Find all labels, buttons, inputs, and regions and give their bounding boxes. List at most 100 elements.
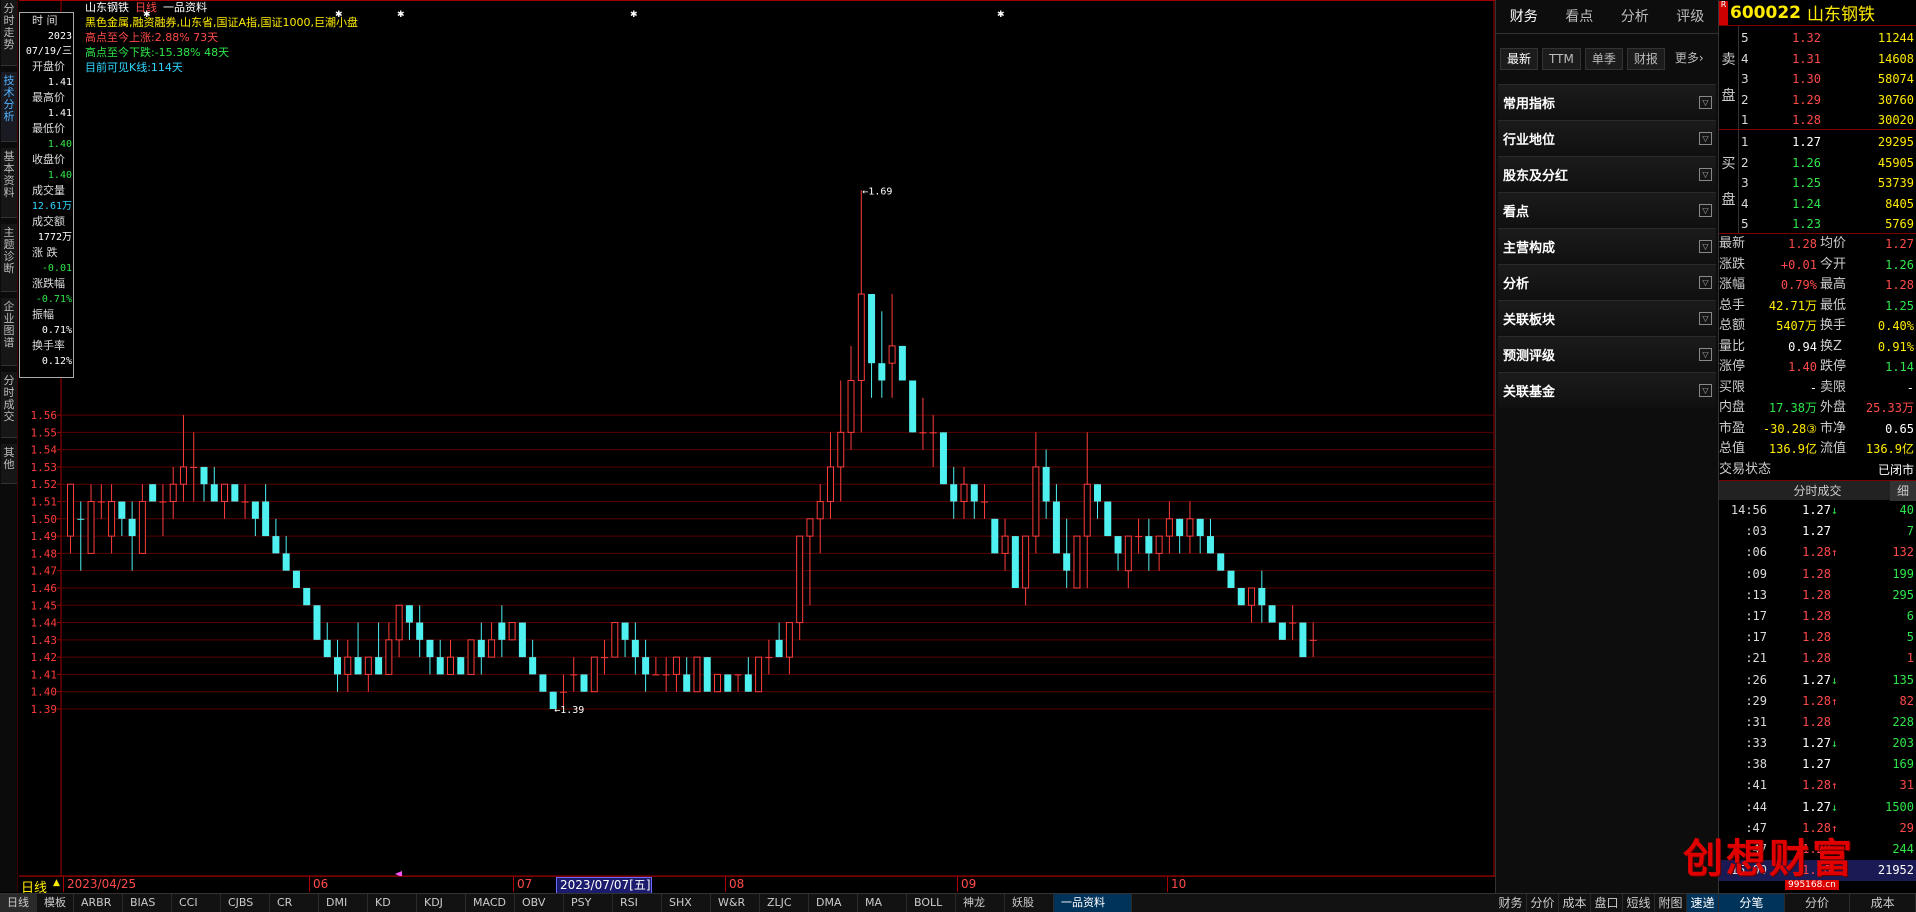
f10-subtab[interactable]: 单季 — [1584, 48, 1623, 70]
indicator-tab[interactable]: SHX — [662, 894, 711, 912]
left-tab-5[interactable]: 分时成交 — [1, 372, 17, 438]
tick-volume: 169 — [1892, 757, 1914, 772]
ticks-detail-button[interactable]: 细 — [1890, 481, 1916, 501]
f10-bottom-tab[interactable]: 财务 — [1495, 894, 1527, 912]
candle-body — [128, 518, 136, 537]
f10-section[interactable]: 关联基金 ▽ — [1498, 372, 1716, 408]
chevron-down-icon[interactable]: ▽ — [1699, 276, 1712, 289]
indicator-tab[interactable]: DMA — [809, 894, 858, 912]
indicator-tab[interactable]: PSY — [564, 894, 613, 912]
y-tick-label: 1.53 — [31, 461, 58, 474]
chevron-down-icon[interactable]: ▽ — [1699, 96, 1712, 109]
quote-value: 1.28 — [1788, 237, 1817, 251]
quote-key: 内盘 — [1719, 400, 1746, 415]
quote-key: 总手 — [1719, 297, 1746, 313]
f10-section[interactable]: 看点 ▽ — [1498, 192, 1716, 228]
candle-body — [395, 604, 403, 641]
quote-bottom-tab[interactable]: 分笔 — [1719, 894, 1785, 912]
kline-chart[interactable]: 1.56 1.55 1.54 1.53 1.52 1.51 1.50 1.49 1.48 1.47… — [19, 0, 1495, 893]
event-marker: ✱ — [630, 10, 638, 20]
candle-body — [251, 501, 259, 519]
candle-body — [878, 363, 886, 381]
quote-key: 市盈 — [1719, 420, 1746, 436]
indicator-tab[interactable]: ZLJC — [760, 894, 809, 912]
candle-body — [200, 466, 208, 485]
high-fall-stat: 高点至今下跌:-15.38% 48天 — [85, 46, 230, 59]
indicator-tab[interactable]: CCI — [172, 894, 221, 912]
f10-subtab[interactable]: 更多› — [1669, 48, 1710, 70]
indicator-tab[interactable]: 神龙 — [956, 894, 1005, 912]
indicator-tab[interactable]: BIAS — [123, 894, 172, 912]
indicator-tab[interactable]: CR — [270, 894, 319, 912]
left-tab-2[interactable]: 基本资料 — [1, 148, 17, 218]
indicator-tab[interactable]: BOLL — [907, 894, 956, 912]
f10-tab[interactable]: 财务 — [1496, 0, 1552, 33]
chevron-down-icon[interactable]: ▽ — [1699, 348, 1712, 361]
candle-body — [1309, 639, 1317, 641]
f10-section[interactable]: 主营构成 ▽ — [1498, 228, 1716, 264]
f10-bottom-tab[interactable]: 附图 — [1655, 894, 1687, 912]
quote-row: 内盘 17.38万 外盘 25.33万 — [1719, 398, 1916, 419]
f10-section[interactable]: 股东及分红 ▽ — [1498, 156, 1716, 192]
indicator-tab[interactable]: DMI — [319, 894, 368, 912]
chevron-down-icon[interactable]: ▽ — [1699, 384, 1712, 397]
f10-subtab[interactable]: 财报 — [1626, 48, 1665, 70]
tick-time: :06 — [1745, 545, 1767, 560]
f10-section[interactable]: 预测评级 ▽ — [1498, 336, 1716, 372]
candle-body — [950, 484, 958, 502]
tick-volume: 1500 — [1885, 799, 1914, 814]
indicator-tab[interactable]: W&R — [711, 894, 760, 912]
chevron-down-icon[interactable]: ▽ — [1699, 312, 1712, 325]
f10-bottom-tab[interactable]: 成本 — [1559, 894, 1591, 912]
f10-section[interactable]: 行业地位 ▽ — [1498, 120, 1716, 156]
sell-char: 卖 — [1721, 51, 1736, 68]
f10-bottom-tab[interactable]: 分价 — [1527, 894, 1559, 912]
f10-section[interactable]: 关联板块 ▽ — [1498, 300, 1716, 336]
indicator-tab[interactable]: ARBR — [74, 894, 123, 912]
tick-row: :13 1.28 295 — [1719, 585, 1916, 606]
quote-value2: 136.9亿 — [1865, 442, 1914, 456]
arrow-up-icon: ↑ — [1831, 694, 1838, 708]
f10-tab[interactable]: 看点 — [1552, 0, 1608, 33]
indicator-tab[interactable]: CJBS — [221, 894, 270, 912]
f10-bottom-tab[interactable]: 速递 — [1687, 894, 1719, 912]
candle-body — [313, 605, 321, 640]
indicator-tab[interactable]: RSI — [613, 894, 662, 912]
indicator-tab[interactable]: 一品资料 — [1054, 894, 1132, 912]
indicator-tab[interactable]: 模板 — [37, 894, 74, 912]
f10-section[interactable]: 分析 ▽ — [1498, 264, 1716, 300]
left-tab-0[interactable]: 分时走势 — [1, 0, 17, 66]
indicator-tab[interactable]: MA — [858, 894, 907, 912]
indicator-tab[interactable]: KD — [368, 894, 417, 912]
f10-section[interactable]: 常用指标 ▽ — [1498, 84, 1716, 120]
left-tab-4[interactable]: 企业图谱 — [1, 298, 17, 366]
indicator-tab[interactable]: 妖股 — [1005, 894, 1054, 912]
indicator-tab[interactable]: 日线 — [0, 894, 37, 912]
tick-price: 1.28 — [1802, 566, 1831, 581]
candle-body — [344, 656, 352, 675]
indicator-tab[interactable]: OBV — [515, 894, 564, 912]
f10-tab[interactable]: 分析 — [1607, 0, 1663, 33]
candle-body — [97, 501, 105, 503]
indicator-tab[interactable]: MACD — [466, 894, 515, 912]
tick-time: :09 — [1745, 566, 1767, 581]
visible-kline-count: 目前可见K线:114天 — [85, 61, 183, 74]
left-tab-6[interactable]: 其他 — [1, 444, 17, 484]
f10-subtab[interactable]: TTM — [1542, 48, 1581, 70]
f10-tab[interactable]: 评级 — [1663, 0, 1719, 33]
indicator-tab[interactable]: KDJ — [417, 894, 466, 912]
chevron-down-icon[interactable]: ▽ — [1699, 240, 1712, 253]
chevron-down-icon[interactable]: ▽ — [1699, 168, 1712, 181]
quote-bottom-tab[interactable]: 成本 — [1850, 894, 1916, 912]
chevron-down-icon[interactable]: ▽ — [1699, 132, 1712, 145]
quote-bottom-tab[interactable]: 分价 — [1785, 894, 1851, 912]
tick-row: :38 1.27 169 — [1719, 754, 1916, 775]
left-tab-1[interactable]: 技术分析 — [1, 72, 17, 142]
f10-bottom-tab[interactable]: 短线 — [1623, 894, 1655, 912]
chevron-down-icon[interactable]: ▽ — [1699, 204, 1712, 217]
quote-key: 涨幅 — [1719, 277, 1746, 292]
f10-bottom-tab[interactable]: 盘口 — [1591, 894, 1623, 912]
left-tab-3[interactable]: 主题诊断 — [1, 224, 17, 292]
candle-body — [498, 622, 506, 640]
f10-subtab[interactable]: 最新 — [1500, 48, 1539, 70]
